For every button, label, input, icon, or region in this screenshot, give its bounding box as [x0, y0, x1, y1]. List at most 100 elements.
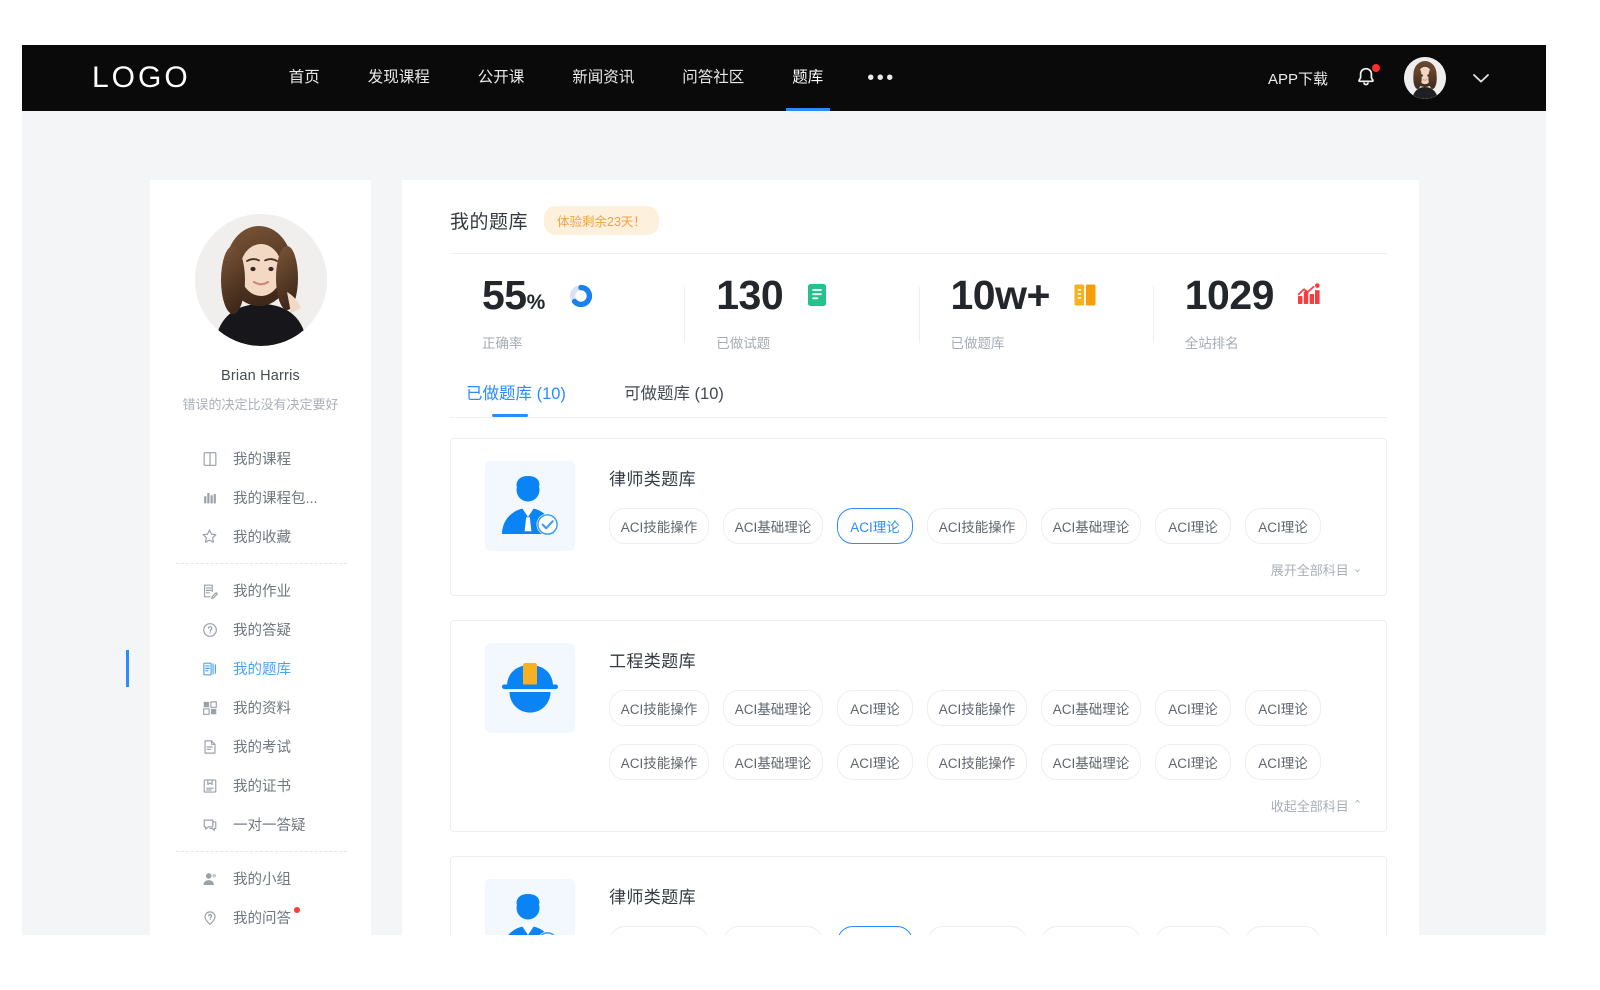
- nav-item-2[interactable]: 发现课程: [344, 45, 454, 111]
- app-download-link[interactable]: APP下载: [1268, 68, 1328, 89]
- subject-tag[interactable]: ACI理论: [1245, 744, 1321, 780]
- subject-tag[interactable]: ACI理论: [1245, 926, 1321, 935]
- top-navigation-bar: LOGO 首页发现课程公开课新闻资讯问答社区题库 ••• APP下载: [22, 45, 1546, 111]
- subject-tag[interactable]: ACI理论: [1245, 508, 1321, 544]
- subject-tag[interactable]: ACI理论: [1245, 690, 1321, 726]
- subject-tag[interactable]: ACI技能操作: [927, 926, 1027, 935]
- red-rank-icon: [1296, 282, 1322, 308]
- sidebar-item-4[interactable]: 我的作业: [150, 571, 371, 610]
- subject-tag[interactable]: ACI理论: [837, 926, 913, 935]
- sidebar-item-8[interactable]: 我的考试: [150, 727, 371, 766]
- user-avatar[interactable]: [1404, 57, 1446, 99]
- subject-tag[interactable]: ACI基础理论: [1041, 926, 1141, 935]
- app-viewport: LOGO 首页发现课程公开课新闻资讯问答社区题库 ••• APP下载: [22, 45, 1546, 935]
- sidebar-item-9[interactable]: 我的证书: [150, 766, 371, 805]
- sidebar-item-13[interactable]: 我的问答: [150, 898, 371, 935]
- subject-tag-row: ACI技能操作 ACI基础理论 ACI理论 ACI技能操作 ACI基础理论 ACI理论 AC…: [609, 690, 1362, 726]
- profile-picture[interactable]: [195, 214, 327, 346]
- subject-tag[interactable]: ACI理论: [1155, 508, 1231, 544]
- subject-tag[interactable]: ACI基础理论: [1041, 744, 1141, 780]
- sidebar-item-12[interactable]: 我的小组: [150, 859, 371, 898]
- sidebar-item-label: 我的课程: [233, 448, 291, 469]
- subject-tag[interactable]: ACI基础理论: [1041, 508, 1141, 544]
- expand-subjects-button[interactable]: 收起全部科目 ⌃: [1271, 796, 1362, 815]
- subject-tag[interactable]: ACI技能操作: [609, 508, 709, 544]
- exam-paper-icon: [200, 737, 219, 756]
- subject-tag[interactable]: ACI理论: [837, 508, 913, 544]
- user-menu-chevron[interactable]: [1472, 72, 1490, 84]
- orange-book-icon: [1072, 282, 1098, 308]
- nav-item-1[interactable]: 首页: [265, 45, 344, 111]
- expand-label: 收起全部科目: [1271, 796, 1349, 815]
- stat-label: 已做题库: [951, 332, 1153, 352]
- stat-number: 55: [482, 272, 527, 318]
- nav-item-3[interactable]: 公开课: [454, 45, 549, 111]
- sidebar-item-7[interactable]: 我的资料: [150, 688, 371, 727]
- nav-item-5[interactable]: 问答社区: [658, 45, 768, 111]
- card-title: 律师类题库: [609, 465, 1362, 490]
- subject-tag[interactable]: ACI理论: [1155, 690, 1231, 726]
- stat-number: 10w+: [951, 272, 1050, 318]
- sidebar-item-2[interactable]: 我的收藏: [150, 517, 371, 556]
- hardhat-icon: [495, 653, 565, 723]
- stat-value: 130: [716, 275, 783, 316]
- green-book-icon: [805, 282, 831, 308]
- sidebar-item-label: 一对一答疑: [233, 814, 306, 835]
- nav-item-6[interactable]: 题库: [768, 45, 847, 111]
- stat-suffix: %: [527, 291, 545, 314]
- stat-value-row: 55%: [482, 275, 684, 316]
- subject-tag[interactable]: ACI理论: [837, 744, 913, 780]
- green-book-icon: [805, 282, 829, 308]
- red-rank-icon: [1296, 282, 1322, 306]
- subject-tag[interactable]: ACI基础理论: [723, 744, 823, 780]
- expand-subjects-button[interactable]: 展开全部科目⌄: [1271, 560, 1362, 579]
- sidebar-item-10[interactable]: 一对一答疑: [150, 805, 371, 844]
- nav-item-4[interactable]: 新闻资讯: [548, 45, 658, 111]
- tab-1[interactable]: 可做题库 (10): [624, 380, 724, 417]
- question-bank-icon: [200, 659, 219, 678]
- sidebar-item-label: 我的考试: [233, 736, 291, 757]
- subject-tag[interactable]: ACI基础理论: [723, 926, 823, 935]
- profile-name: Brian Harris: [150, 368, 371, 384]
- question-bank-card-list: 律师类题库ACI技能操作ACI基础理论ACI理论ACI技能操作ACI基础理论AC…: [450, 438, 1387, 935]
- sidebar-item-5[interactable]: 我的答疑: [150, 610, 371, 649]
- more-nav-icon[interactable]: •••: [847, 52, 916, 104]
- main-panel: 我的题库 体验剩余23天！ 55% 正确率130 已做试题10w+ 已做题库10…: [402, 180, 1419, 935]
- subject-tag[interactable]: ACI技能操作: [609, 926, 709, 935]
- subject-tag[interactable]: ACI技能操作: [927, 690, 1027, 726]
- lawyer-avatar-icon: [494, 888, 566, 935]
- subject-tag[interactable]: ACI技能操作: [927, 508, 1027, 544]
- site-logo[interactable]: LOGO: [92, 61, 191, 95]
- subject-tag[interactable]: ACI基础理论: [723, 690, 823, 726]
- lawyer-avatar-icon: [485, 461, 575, 551]
- subject-tag[interactable]: ACI理论: [837, 690, 913, 726]
- stat-label: 已做试题: [716, 332, 918, 352]
- sidebar-item-0[interactable]: 我的课程: [150, 439, 371, 478]
- subject-tag[interactable]: ACI技能操作: [927, 744, 1027, 780]
- subject-tag[interactable]: ACI技能操作: [609, 690, 709, 726]
- sidebar-item-1[interactable]: 我的课程包...: [150, 478, 371, 517]
- expand-caret-icon: ⌃: [1353, 800, 1362, 811]
- stat-number: 1029: [1185, 272, 1274, 318]
- card-footer: 展开全部科目⌄: [609, 560, 1362, 585]
- stat-card-1: 130 已做试题: [684, 275, 918, 352]
- subject-tag[interactable]: ACI技能操作: [609, 744, 709, 780]
- avatar-photo-icon: [1404, 57, 1446, 99]
- primary-nav: 首页发现课程公开课新闻资讯问答社区题库: [265, 45, 848, 111]
- sidebar-item-label: 我的作业: [233, 580, 291, 601]
- tab-0[interactable]: 已做题库 (10): [466, 380, 566, 417]
- subject-tag[interactable]: ACI理论: [1155, 926, 1231, 935]
- trial-status-badge: 体验剩余23天！: [544, 206, 659, 235]
- subject-tag[interactable]: ACI基础理论: [1041, 690, 1141, 726]
- subject-tag[interactable]: ACI理论: [1155, 744, 1231, 780]
- sidebar-item-6[interactable]: 我的题库: [150, 649, 371, 688]
- subject-tag-row: ACI技能操作 ACI基础理论 ACI理论 ACI技能操作 ACI基础理论 ACI理论 AC…: [609, 926, 1362, 935]
- notification-bell-button[interactable]: [1354, 65, 1378, 91]
- card-title: 工程类题库: [609, 647, 1362, 672]
- card-footer: 收起全部科目 ⌃: [609, 796, 1362, 821]
- group-icon: [200, 869, 219, 888]
- subject-tag[interactable]: ACI基础理论: [723, 508, 823, 544]
- chat-bubble-icon: [200, 815, 219, 834]
- stat-label: 全站排名: [1185, 332, 1387, 352]
- homework-icon: [200, 581, 219, 600]
